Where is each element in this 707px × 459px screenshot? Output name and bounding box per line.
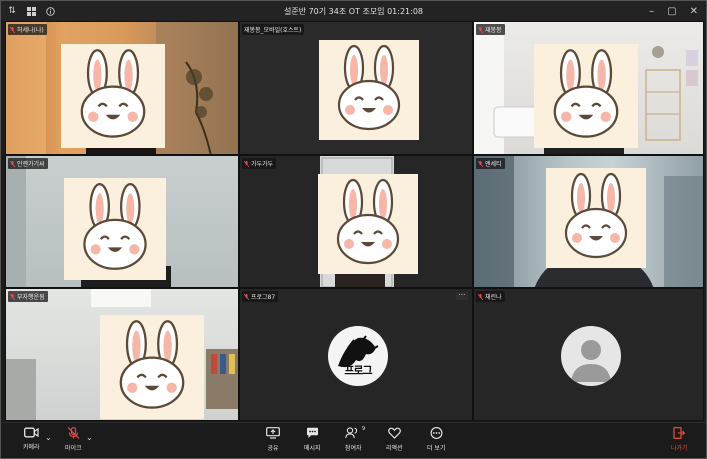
participant-name-tag: 부자행운됨 xyxy=(8,291,48,302)
video-grid: 허세나(나) 재봉봉_모바일(호스트) 재봉봉 안젠가기씨 가두가두 엔세티 부… xyxy=(5,21,704,421)
leave-door-icon xyxy=(673,427,686,439)
video-tile[interactable]: 프로그87 ··· 프로그 xyxy=(239,288,473,421)
rabbit-sticker xyxy=(546,168,646,268)
reaction-button[interactable]: 리액션 xyxy=(386,427,403,452)
video-tile[interactable]: 엔세티 xyxy=(473,155,704,288)
participant-name-tag: 안젠가기씨 xyxy=(8,158,48,169)
screen-share-icon xyxy=(266,427,280,439)
camera-button[interactable]: 카메라 xyxy=(23,427,40,451)
chat-bubble-icon xyxy=(306,427,318,438)
video-tile[interactable]: 가두가두 xyxy=(239,155,473,288)
mic-muted-icon xyxy=(9,293,16,300)
microphone-muted-icon xyxy=(67,427,80,439)
mic-muted-icon xyxy=(477,293,484,300)
video-tile[interactable]: 재봉봉_모바일(호스트) xyxy=(239,21,473,155)
video-tile[interactable]: 허세나(나) xyxy=(5,21,239,155)
rabbit-sticker xyxy=(534,44,638,148)
profile-logo: 프로그 xyxy=(328,326,388,386)
participant-name-tag: 엔세티 xyxy=(476,158,505,169)
participant-name-tag: 가두가두 xyxy=(242,158,277,169)
meeting-window: ⇅ 설준반 70기 34조 OT 조모임 01:21:08 – ▢ ✕ 허세나(… xyxy=(0,0,707,459)
participant-name-tag: 허세나(나) xyxy=(8,24,47,35)
share-button[interactable]: 공유 xyxy=(266,427,280,452)
mic-options-chevron-icon[interactable]: ⌄ xyxy=(86,433,93,442)
participant-name-tag: 프로그87 xyxy=(242,291,279,302)
mic-muted-icon xyxy=(477,26,484,33)
microphone-button[interactable]: 마이크 xyxy=(65,427,82,452)
meeting-title: 설준반 70기 34조 OT 조모임 01:21:08 xyxy=(283,7,424,16)
participant-name-tag: 재봉봉 xyxy=(476,24,505,35)
rabbit-sticker xyxy=(319,40,419,140)
more-button[interactable]: 더 보기 xyxy=(427,427,445,452)
video-tile[interactable]: 재봉봉 xyxy=(473,21,704,155)
mic-muted-icon xyxy=(477,160,484,167)
rabbit-sticker xyxy=(64,178,166,280)
participant-name-tag: 재봉봉_모바일(호스트) xyxy=(242,24,305,35)
leave-button[interactable]: 나가기 xyxy=(671,427,688,452)
maximize-icon[interactable]: ▢ xyxy=(667,6,676,17)
mic-muted-icon xyxy=(9,26,16,33)
rabbit-sticker xyxy=(100,315,204,419)
meeting-toolbar: 카메라 ⌄ 마이크 ⌄ 공유 메시지 참여자 9 리액션 더 보기 나가기 xyxy=(1,422,706,458)
more-options-icon[interactable]: ··· xyxy=(456,292,468,300)
participant-name-tag: 채린나 xyxy=(476,291,505,302)
participants-button[interactable]: 참여자 xyxy=(345,427,362,452)
participants-icon xyxy=(345,427,358,439)
camera-icon xyxy=(23,427,39,438)
logo-text: 프로그 xyxy=(344,364,372,377)
close-icon[interactable]: ✕ xyxy=(690,6,698,17)
minimize-icon[interactable]: – xyxy=(649,6,654,17)
mic-muted-icon xyxy=(243,160,250,167)
title-bar: ⇅ 설준반 70기 34조 OT 조모임 01:21:08 – ▢ ✕ xyxy=(1,1,706,21)
rabbit-sticker xyxy=(61,44,165,148)
video-tile[interactable]: 안젠가기씨 xyxy=(5,155,239,288)
mic-muted-icon xyxy=(9,160,16,167)
video-tile[interactable]: 채린나 xyxy=(473,288,704,421)
video-tile[interactable]: 부자행운됨 xyxy=(5,288,239,421)
message-button[interactable]: 메시지 xyxy=(304,427,321,452)
rabbit-sticker xyxy=(318,174,418,274)
default-avatar-icon xyxy=(561,326,621,386)
mic-muted-icon xyxy=(243,293,250,300)
more-dots-icon xyxy=(430,427,443,439)
heart-icon xyxy=(387,427,401,439)
camera-options-chevron-icon[interactable]: ⌄ xyxy=(45,433,52,442)
participants-count-badge: 9 xyxy=(362,426,366,432)
